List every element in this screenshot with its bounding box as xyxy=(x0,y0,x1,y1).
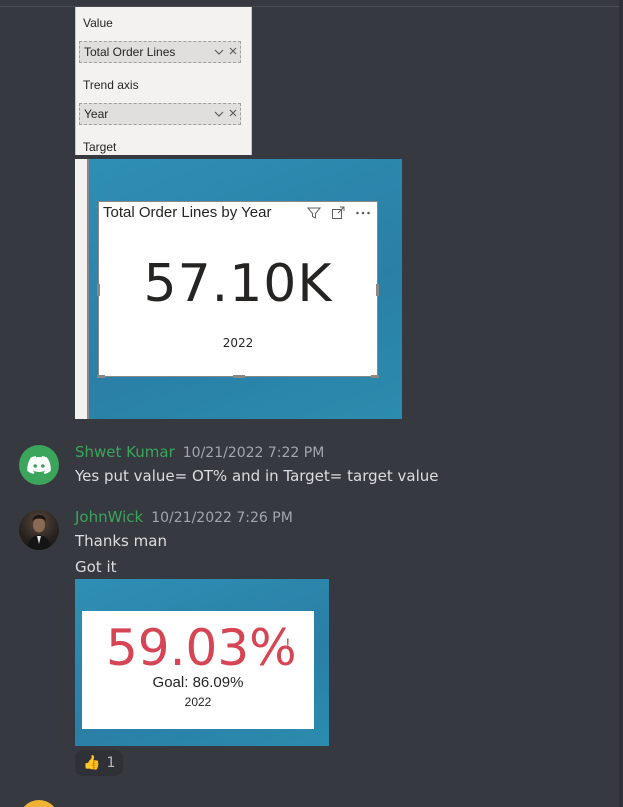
avatar[interactable] xyxy=(19,510,59,550)
scrollbar[interactable] xyxy=(619,0,623,807)
kpi-status-icon: ! xyxy=(285,637,291,653)
user-photo-icon xyxy=(27,515,51,550)
powerbi-card-image[interactable]: Total Order Lines by Year 57.10K 2022 xyxy=(75,159,402,419)
username[interactable]: Shwet Kumar xyxy=(75,443,175,461)
chevron-down-icon xyxy=(212,108,226,120)
value-field-well: Total Order Lines xyxy=(79,41,241,63)
timestamp: 10/21/2022 7:22 PM xyxy=(182,445,325,461)
trend-axis-field-name: Year xyxy=(84,107,109,121)
resize-handle xyxy=(97,375,105,378)
thumbs-up-icon: 👍 xyxy=(83,755,101,771)
card-title: Total Order Lines by Year xyxy=(103,204,272,221)
card-year: 2022 xyxy=(222,336,254,350)
value-field-name: Total Order Lines xyxy=(84,45,176,59)
avatar[interactable] xyxy=(19,445,59,485)
username[interactable]: JohnWick xyxy=(75,508,143,526)
message-text: Got it xyxy=(75,558,117,576)
value-label: Value xyxy=(83,16,113,30)
message-header: JohnWick 10/21/2022 7:26 PM xyxy=(75,508,293,526)
chevron-down-icon xyxy=(212,46,226,58)
close-icon xyxy=(226,46,240,58)
avatar[interactable] xyxy=(19,800,59,807)
powerbi-kpi-image[interactable]: 59.03% ! Goal: 86.09% 2022 xyxy=(75,579,329,746)
filter-icon xyxy=(306,206,322,224)
focus-mode-icon xyxy=(331,206,345,224)
powerbi-fields-pane-image[interactable]: Value Total Order Lines Trend axis Year … xyxy=(75,7,252,155)
target-label: Target xyxy=(83,140,117,154)
card-header-icons xyxy=(306,206,371,224)
resize-handle xyxy=(371,375,379,378)
pane-edge xyxy=(75,159,89,419)
resize-handle xyxy=(97,284,100,296)
kpi-goal: Goal: 86.09% xyxy=(152,674,244,691)
message-text: Yes put value= OT% and in Target= target… xyxy=(75,467,439,485)
reaction-thumbs-up[interactable]: 👍 1 xyxy=(75,750,124,776)
message-text: Thanks man xyxy=(75,532,167,550)
reaction-count: 1 xyxy=(106,755,116,771)
kpi-visual: 59.03% ! Goal: 86.09% 2022 xyxy=(82,611,314,729)
timestamp: 10/21/2022 7:26 PM xyxy=(151,510,293,526)
close-icon xyxy=(226,108,240,120)
discord-logo-icon xyxy=(27,456,51,474)
kpi-value: 59.03% xyxy=(106,619,297,677)
card-value: 57.10K xyxy=(143,254,333,314)
message-header: Shwet Kumar 10/21/2022 7:22 PM xyxy=(75,443,324,461)
trend-axis-field-well: Year xyxy=(79,103,241,125)
trend-axis-label: Trend axis xyxy=(83,78,139,92)
kpi-year: 2022 xyxy=(184,695,212,709)
more-options-icon xyxy=(355,206,371,224)
resize-handle xyxy=(233,375,245,378)
resize-handle xyxy=(376,284,379,296)
card-visual: Total Order Lines by Year 57.10K 2022 xyxy=(97,201,379,378)
